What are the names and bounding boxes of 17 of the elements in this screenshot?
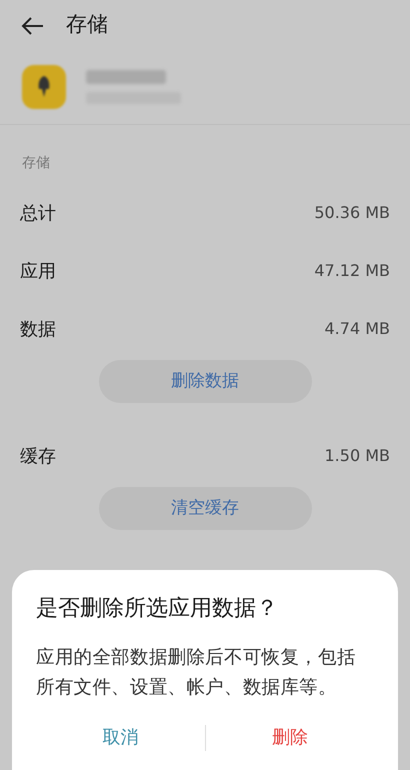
action-button[interactable]: 删除数据 bbox=[98, 360, 312, 403]
row-label: 缓存 bbox=[20, 444, 56, 468]
row-label: 数据 bbox=[20, 318, 56, 342]
dialog-message: 应用的全部数据删除后不可恢复，包括所有文件、设置、帐户、数据库等。 bbox=[36, 646, 357, 700]
delete-button[interactable]: 删除 bbox=[206, 716, 374, 760]
page-title: 存储 bbox=[66, 11, 108, 38]
dialog-title: 是否删除所选应用数据？ bbox=[36, 595, 279, 623]
row-value: 47.12 MB bbox=[314, 260, 390, 282]
row-value: 50.36 MB bbox=[314, 202, 390, 224]
cancel-button[interactable]: 取消 bbox=[36, 716, 204, 760]
row-label: 应用 bbox=[20, 260, 56, 284]
row-value: 4.74 MB bbox=[324, 318, 390, 340]
action-button[interactable]: 清空缓存 bbox=[98, 487, 312, 530]
row-label: 总计 bbox=[20, 202, 56, 226]
row-value: 1.50 MB bbox=[324, 445, 390, 467]
section-title: 存储 bbox=[21, 154, 51, 173]
app-icon bbox=[22, 65, 66, 109]
